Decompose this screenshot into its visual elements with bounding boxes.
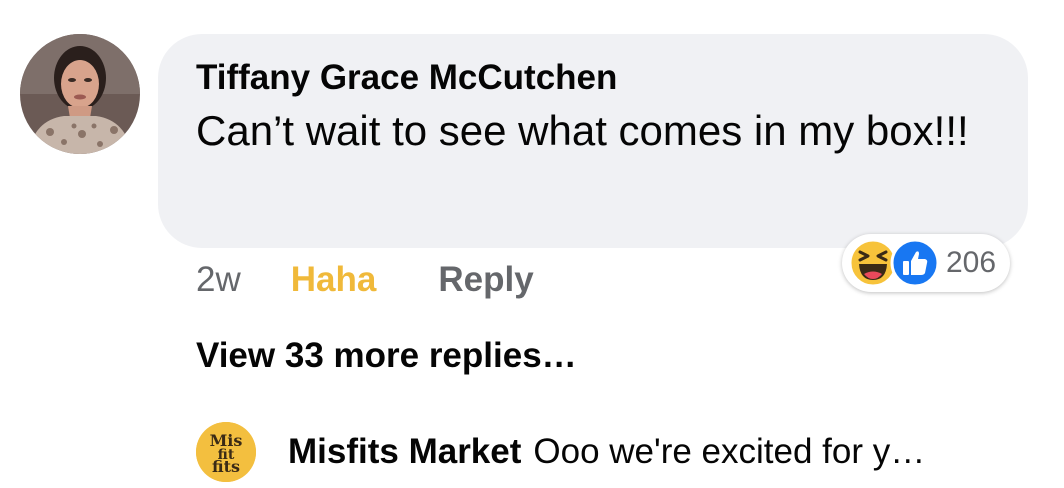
- commenter-avatar[interactable]: [20, 34, 140, 154]
- commenter-photo: [20, 34, 140, 154]
- view-more-replies-link[interactable]: View 33 more replies…: [196, 334, 577, 378]
- misfits-market-avatar[interactable]: Mis fit fits: [196, 422, 256, 482]
- like-thumb-icon: [890, 238, 940, 288]
- reply-author[interactable]: Misfits Market: [288, 432, 521, 472]
- comment-bubble: Tiffany Grace McCutchen Can’t wait to se…: [158, 34, 1028, 248]
- reaction-summary[interactable]: 206: [842, 234, 1011, 292]
- comment-text: Can’t wait to see what comes in my box!!…: [196, 107, 969, 154]
- reply-preview-text: Ooo we're excited for y…: [533, 432, 926, 471]
- comment-author[interactable]: Tiffany Grace McCutchen: [196, 56, 998, 100]
- comment-timestamp[interactable]: 2w: [196, 260, 241, 300]
- reply-button[interactable]: Reply: [438, 260, 533, 300]
- reaction-count: 206: [946, 246, 997, 279]
- svg-text:fits: fits: [212, 457, 240, 476]
- comment-thread: Tiffany Grace McCutchen Can’t wait to se…: [0, 0, 1064, 488]
- haha-reaction-button[interactable]: Haha: [291, 260, 377, 300]
- misfits-logo: Mis fit fits: [196, 422, 256, 482]
- reply-preview-row[interactable]: Mis fit fits Misfits Market Ooo we're ex…: [196, 422, 925, 482]
- comment-actions: 2w Haha Reply: [196, 255, 534, 305]
